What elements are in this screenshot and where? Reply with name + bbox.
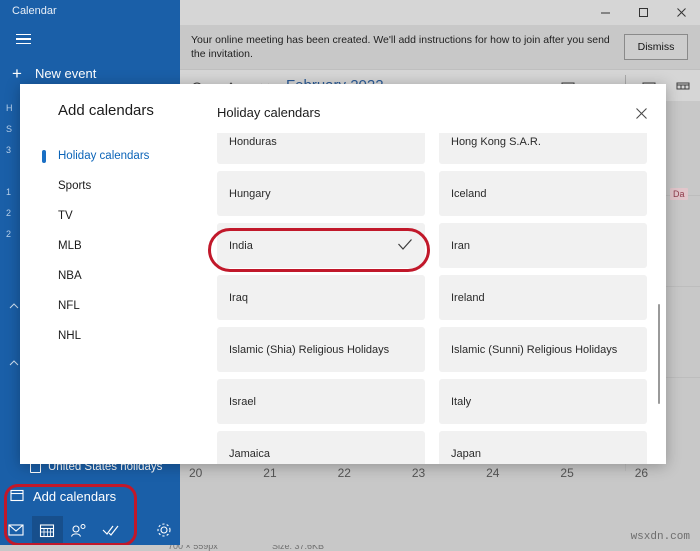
- add-calendar-icon: [10, 488, 24, 505]
- dialog-right-panel: Holiday calendars Honduras Hong Kong S.A…: [200, 84, 666, 464]
- dialog-scrollbar[interactable]: [657, 304, 660, 404]
- add-calendars-dialog: Add calendars Holiday calendars Sports T…: [20, 84, 666, 464]
- view-month-icon[interactable]: [666, 71, 700, 101]
- chip-label: Iraq: [229, 291, 248, 304]
- calendar-chip-grid: Honduras Hong Kong S.A.R. Hungary Icelan…: [217, 133, 647, 464]
- day-number: 22: [337, 466, 351, 480]
- calendar-chip-india[interactable]: India: [217, 223, 425, 268]
- chip-label: Iran: [451, 239, 470, 252]
- calendar-icon[interactable]: [31, 516, 64, 544]
- chip-label: Islamic (Shia) Religious Holidays: [229, 343, 390, 356]
- day-number: 23: [411, 466, 426, 480]
- calendar-event-chip[interactable]: Da: [670, 188, 688, 200]
- nav-item-label: Sports: [58, 180, 92, 192]
- settings-gear-icon[interactable]: [148, 516, 180, 544]
- nav-item-mlb[interactable]: MLB: [20, 231, 200, 261]
- chip-label: Israel: [229, 395, 256, 408]
- nav-item-tv[interactable]: TV: [20, 201, 200, 231]
- chip-label: Hong Kong S.A.R.: [451, 135, 541, 148]
- window-titlebar: [180, 0, 700, 25]
- calendar-chip-hungary[interactable]: Hungary: [217, 171, 425, 216]
- day-number: 25: [560, 466, 574, 480]
- calendar-chip-islamic-sunni[interactable]: Islamic (Sunni) Religious Holidays: [439, 327, 647, 372]
- chip-label: Honduras: [229, 135, 277, 148]
- calendar-chip-japan[interactable]: Japan: [439, 431, 647, 464]
- mail-icon[interactable]: [0, 516, 32, 544]
- day-number: 21: [263, 466, 277, 480]
- day-number: 26: [634, 466, 649, 480]
- add-calendars-button[interactable]: Add calendars: [10, 488, 116, 505]
- calendar-chip-hong-kong[interactable]: Hong Kong S.A.R.: [439, 133, 647, 164]
- dialog-category-nav: Holiday calendars Sports TV MLB NBA NFL: [20, 141, 200, 351]
- nav-item-label: NFL: [58, 300, 80, 312]
- screenshot-root: Your online meeting has been created. We…: [0, 0, 700, 551]
- sidebar-bottom-icon-bar: [0, 515, 180, 545]
- dialog-section-title: Holiday calendars: [217, 105, 321, 120]
- nav-item-label: MLB: [58, 240, 82, 252]
- calendar-chip-ireland[interactable]: Ireland: [439, 275, 647, 320]
- watermark: wsxdn.com: [630, 531, 690, 543]
- new-event-label: New event: [34, 65, 97, 81]
- chip-label: Hungary: [229, 187, 271, 200]
- calendar-chip-jamaica[interactable]: Jamaica: [217, 431, 425, 464]
- nav-item-nfl[interactable]: NFL: [20, 291, 200, 321]
- people-icon[interactable]: [63, 516, 95, 544]
- checkmark-icon: [397, 238, 413, 253]
- add-calendars-label: Add calendars: [33, 489, 117, 504]
- dialog-left-panel: Add calendars Holiday calendars Sports T…: [20, 84, 200, 464]
- chip-label: Islamic (Sunni) Religious Holidays: [451, 343, 618, 356]
- calendar-chip-honduras[interactable]: Honduras: [217, 133, 425, 164]
- notification-bar: Your online meeting has been created. We…: [180, 25, 700, 69]
- to-do-icon[interactable]: [95, 516, 127, 544]
- calendar-chip-iceland[interactable]: Iceland: [439, 171, 647, 216]
- nav-item-label: TV: [58, 210, 73, 222]
- dialog-title: Add calendars: [58, 102, 154, 119]
- holiday-calendar-list[interactable]: Honduras Hong Kong S.A.R. Hungary Icelan…: [200, 133, 666, 464]
- plus-icon: +: [12, 63, 22, 83]
- close-icon[interactable]: [628, 101, 654, 125]
- chip-label: Japan: [451, 447, 481, 460]
- status-dimensions: 700 × 559px: [168, 545, 218, 551]
- calendar-day-number-row: 20 21 22 23 24 25 26: [180, 466, 700, 488]
- minimize-icon[interactable]: [586, 0, 624, 25]
- calendar-chip-iran[interactable]: Iran: [439, 223, 647, 268]
- status-size: Size: 37.6KB: [272, 545, 325, 551]
- close-icon[interactable]: [662, 0, 700, 25]
- status-bar: 700 × 559px Size: 37.6KB: [0, 545, 700, 551]
- day-number: 24: [486, 466, 500, 480]
- calendar-chip-italy[interactable]: Italy: [439, 379, 647, 424]
- notification-message: Your online meeting has been created. We…: [191, 34, 610, 60]
- nav-item-label: NHL: [58, 330, 82, 342]
- chip-label: Ireland: [451, 291, 485, 304]
- calendar-chip-israel[interactable]: Israel: [217, 379, 425, 424]
- chip-label: Iceland: [451, 187, 487, 200]
- hamburger-menu-icon[interactable]: [8, 26, 38, 52]
- nav-item-label: NBA: [58, 270, 82, 282]
- nav-item-sports[interactable]: Sports: [20, 171, 200, 201]
- day-number: 20: [189, 466, 203, 480]
- calendar-chip-iraq[interactable]: Iraq: [217, 275, 425, 320]
- nav-item-holiday-calendars[interactable]: Holiday calendars: [20, 141, 200, 171]
- chip-label: Jamaica: [229, 447, 270, 460]
- nav-item-label: Holiday calendars: [58, 150, 150, 162]
- nav-item-nhl[interactable]: NHL: [20, 321, 200, 351]
- chip-label: India: [229, 239, 253, 252]
- nav-item-nba[interactable]: NBA: [20, 261, 200, 291]
- app-title: Calendar: [12, 5, 57, 17]
- maximize-icon[interactable]: [624, 0, 662, 25]
- calendar-chip-islamic-shia[interactable]: Islamic (Shia) Religious Holidays: [217, 327, 425, 372]
- chip-label: Italy: [451, 395, 472, 408]
- dismiss-button[interactable]: Dismiss: [624, 34, 688, 60]
